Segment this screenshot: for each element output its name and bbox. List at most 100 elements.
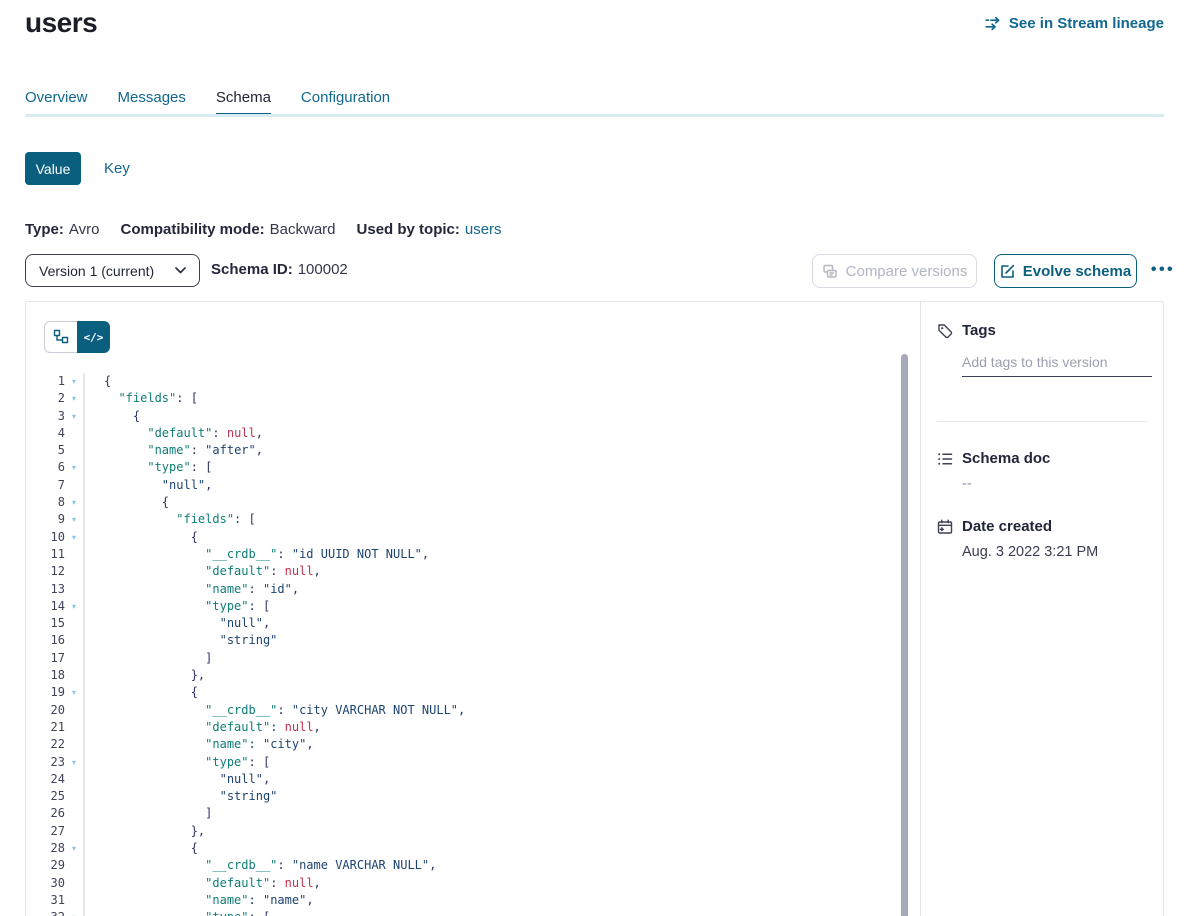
version-select-value: Version 1 (current) [39, 263, 154, 279]
fold-toggle-icon [68, 857, 80, 874]
fold-toggle-icon [68, 632, 80, 649]
evolve-schema-button[interactable]: Evolve schema [994, 254, 1137, 288]
fold-toggle-icon[interactable]: ▾ [68, 408, 80, 425]
line-number: 3 [26, 408, 65, 425]
line-number: 6 [26, 459, 65, 476]
date-created-section: Date created Aug. 3 2022 3:21 PM [937, 518, 1148, 560]
line-number: 25 [26, 788, 65, 805]
line-number: 5 [26, 442, 65, 459]
code-line: 28▾ { [26, 840, 910, 857]
fold-toggle-icon [68, 788, 80, 805]
code-view-icon: </> [84, 331, 104, 344]
stream-lineage-link[interactable]: See in Stream lineage [985, 15, 1164, 32]
fold-toggle-icon[interactable]: ▾ [68, 840, 80, 857]
fold-toggle-icon [68, 563, 80, 580]
line-number: 20 [26, 702, 65, 719]
line-number: 30 [26, 875, 65, 892]
schema-code-editor: </> 1▾{2▾ "fields": [3▾ {4 "default": nu… [26, 302, 920, 916]
compatibility-value: Backward [270, 221, 336, 238]
line-number: 22 [26, 736, 65, 753]
value-toggle-button[interactable]: Value [25, 152, 81, 185]
code-line: 18 }, [26, 667, 910, 684]
code-line: 16 "string" [26, 632, 910, 649]
code-line: 14▾ "type": [ [26, 598, 910, 615]
schema-doc-heading-row: Schema doc [937, 450, 1148, 467]
tab-configuration[interactable]: Configuration [301, 89, 390, 116]
schema-id-label: Schema ID: [211, 261, 293, 278]
code-line: 2▾ "fields": [ [26, 390, 910, 407]
line-number: 29 [26, 857, 65, 874]
compare-versions-button[interactable]: Compare versions [812, 254, 977, 288]
line-number: 4 [26, 425, 65, 442]
date-created-heading: Date created [962, 518, 1052, 535]
fold-toggle-icon[interactable]: ▾ [68, 529, 80, 546]
editor-view-toggle: </> [44, 321, 110, 353]
schema-id-value: 100002 [298, 261, 348, 278]
tag-icon [937, 323, 953, 339]
line-number: 17 [26, 650, 65, 667]
fold-toggle-icon[interactable]: ▾ [68, 373, 80, 390]
line-number: 12 [26, 563, 65, 580]
line-number: 2 [26, 390, 65, 407]
date-created-value: Aug. 3 2022 3:21 PM [962, 544, 1148, 560]
line-number: 16 [26, 632, 65, 649]
code-line: 29 "__crdb__": "name VARCHAR NULL", [26, 857, 910, 874]
tags-heading: Tags [962, 322, 996, 339]
fold-toggle-icon[interactable]: ▾ [68, 754, 80, 771]
compatibility-label: Compatibility mode: [120, 221, 264, 238]
code-line: 25 "string" [26, 788, 910, 805]
schema-meta-row: Type:Avro Compatibility mode: Backward Us… [25, 221, 502, 238]
compare-versions-label: Compare versions [846, 263, 968, 280]
page-title: users [25, 7, 97, 39]
type-value: Avro [69, 221, 100, 238]
code-line: 20 "__crdb__": "city VARCHAR NOT NULL", [26, 702, 910, 719]
code-line: 1▾{ [26, 373, 910, 390]
tags-section: Tags [937, 322, 1148, 377]
tab-schema[interactable]: Schema [216, 89, 271, 116]
tags-heading-row: Tags [937, 322, 1148, 339]
line-number: 24 [26, 771, 65, 788]
code-line: 31 "name": "name", [26, 892, 910, 909]
fold-toggle-icon[interactable]: ▾ [68, 598, 80, 615]
more-options-button[interactable]: ••• [1142, 252, 1184, 288]
code-line: 27 }, [26, 823, 910, 840]
code-line: 17 ] [26, 650, 910, 667]
line-number: 14 [26, 598, 65, 615]
code-line: 4 "default": null, [26, 425, 910, 442]
line-number: 15 [26, 615, 65, 632]
fold-toggle-icon [68, 892, 80, 909]
fold-toggle-icon [68, 823, 80, 840]
editor-scrollbar[interactable] [901, 354, 908, 916]
line-number: 32 [26, 909, 65, 916]
fold-toggle-icon [68, 477, 80, 494]
tab-messages[interactable]: Messages [118, 89, 186, 116]
schema-detail-panel: </> 1▾{2▾ "fields": [3▾ {4 "default": nu… [25, 301, 1164, 916]
line-number: 27 [26, 823, 65, 840]
fold-toggle-icon[interactable]: ▾ [68, 390, 80, 407]
evolve-schema-icon [1000, 264, 1015, 279]
fold-toggle-icon[interactable]: ▾ [68, 494, 80, 511]
line-number: 11 [26, 546, 65, 563]
type-field: Type:Avro [25, 221, 99, 238]
line-number: 1 [26, 373, 65, 390]
line-number: 26 [26, 805, 65, 822]
version-select[interactable]: Version 1 (current) [25, 254, 200, 287]
fold-toggle-icon[interactable]: ▾ [68, 459, 80, 476]
add-tags-input[interactable] [962, 352, 1152, 377]
fold-toggle-icon[interactable]: ▾ [68, 909, 80, 916]
code-line: 3▾ { [26, 408, 910, 425]
fold-toggle-icon[interactable]: ▾ [68, 684, 80, 701]
key-toggle-button[interactable]: Key [104, 160, 130, 177]
fold-toggle-icon [68, 425, 80, 442]
tab-overview[interactable]: Overview [25, 89, 88, 116]
used-by-topic-field: Used by topic:users [357, 221, 502, 238]
fold-toggle-icon[interactable]: ▾ [68, 511, 80, 528]
code-view-button[interactable]: </> [77, 321, 110, 353]
code-line: 7 "null", [26, 477, 910, 494]
schema-id-field: Schema ID: 100002 [211, 261, 348, 278]
tree-view-button[interactable] [44, 321, 77, 353]
code-line: 32▾ "type": [ [26, 909, 910, 916]
fold-toggle-icon [68, 667, 80, 684]
chevron-down-icon [175, 267, 186, 274]
topic-link[interactable]: users [465, 221, 502, 238]
